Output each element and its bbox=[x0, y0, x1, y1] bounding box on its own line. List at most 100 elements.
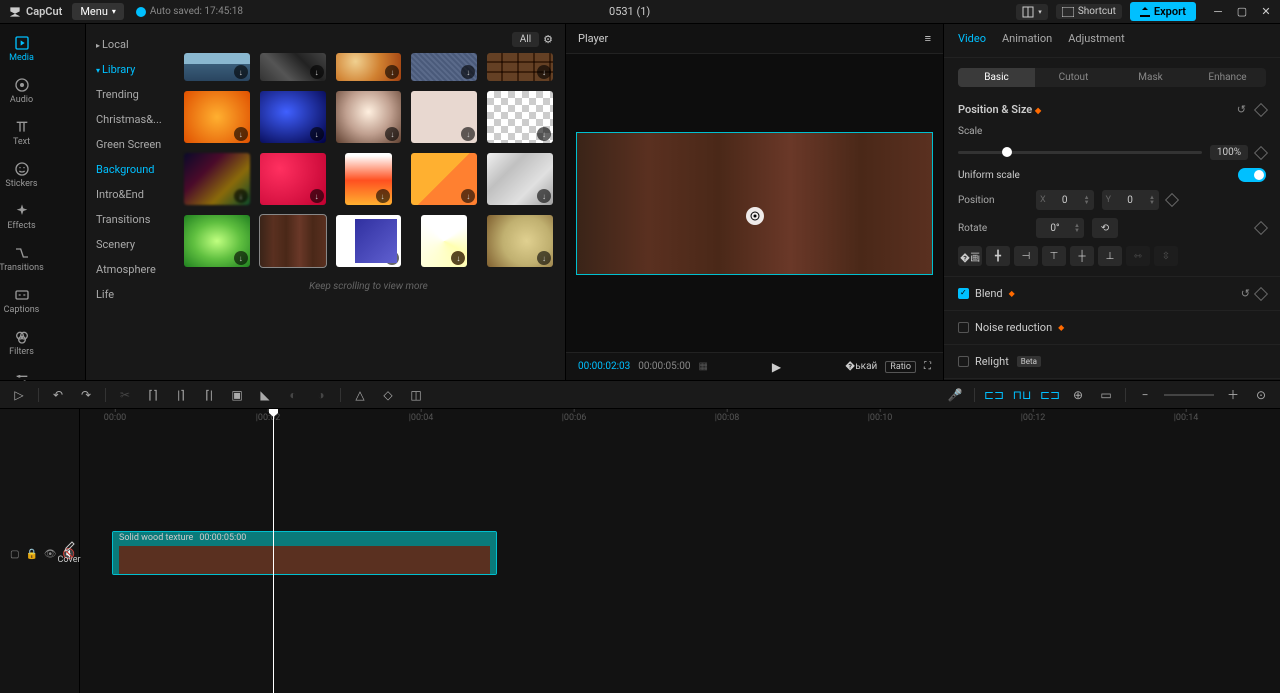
thumb-item[interactable]: ↓ bbox=[487, 153, 553, 205]
tab-adjustment[interactable]: Adjustment bbox=[1068, 32, 1125, 49]
zoom-out[interactable]: − bbox=[1136, 386, 1154, 404]
shortcut-button[interactable]: Shortcut bbox=[1056, 4, 1122, 19]
reset-icon[interactable]: ↺ bbox=[1237, 103, 1246, 116]
sidebar-scenery[interactable]: Scenery bbox=[86, 232, 172, 257]
split-mid[interactable]: |⌉ bbox=[172, 386, 190, 404]
download-icon[interactable]: ↓ bbox=[385, 127, 399, 141]
layout-button[interactable]: ▾ bbox=[1016, 4, 1048, 20]
uniform-toggle[interactable] bbox=[1238, 168, 1266, 182]
thumb-item[interactable]: ↓ bbox=[487, 91, 553, 143]
magnet-3[interactable]: ⊏⊐ bbox=[1041, 386, 1059, 404]
subtab-basic[interactable]: Basic bbox=[958, 68, 1035, 87]
nav-transitions[interactable]: Transitions bbox=[0, 238, 43, 280]
download-icon[interactable]: ↓ bbox=[234, 189, 248, 203]
menu-button[interactable]: Menu▾ bbox=[72, 3, 124, 20]
thumb-item[interactable]: ↓ bbox=[260, 53, 326, 81]
sidebar-transitions[interactable]: Transitions bbox=[86, 207, 172, 232]
position-x-input[interactable]: X▲▼ bbox=[1036, 190, 1094, 210]
quality-icon[interactable]: ▦ bbox=[698, 361, 707, 372]
player-canvas[interactable] bbox=[577, 133, 932, 274]
sidebar-trending[interactable]: Trending bbox=[86, 82, 172, 107]
download-icon[interactable]: ↓ bbox=[234, 127, 248, 141]
subtab-enhance[interactable]: Enhance bbox=[1189, 68, 1266, 87]
thumb-item[interactable]: ↓ bbox=[260, 153, 326, 205]
marker-tool[interactable]: ◣ bbox=[256, 386, 274, 404]
nav-audio[interactable]: Audio bbox=[0, 70, 43, 112]
keyframe-icon[interactable] bbox=[1254, 286, 1268, 300]
export-button[interactable]: Export bbox=[1130, 2, 1196, 21]
nav-effects[interactable]: Effects bbox=[0, 196, 43, 238]
thumb-item[interactable]: ↓ bbox=[336, 91, 402, 143]
rotate-input[interactable]: ▲▼ bbox=[1036, 218, 1084, 238]
play-button[interactable]: ▶ bbox=[772, 360, 781, 374]
download-icon[interactable]: ↓ bbox=[376, 189, 390, 203]
nav-text[interactable]: Text bbox=[0, 112, 43, 154]
sidebar-life[interactable]: Life bbox=[86, 282, 172, 307]
blend-section[interactable]: Blend◆ ↺ bbox=[944, 277, 1280, 311]
sidebar-greenscreen[interactable]: Green Screen bbox=[86, 132, 172, 157]
lock-icon[interactable]: ▢ bbox=[10, 549, 19, 560]
nav-stickers[interactable]: Stickers bbox=[0, 154, 43, 196]
cover-button[interactable]: Cover bbox=[58, 541, 80, 565]
nav-captions[interactable]: Captions bbox=[0, 280, 43, 322]
keyframe-icon[interactable] bbox=[1254, 221, 1268, 235]
thumb-item[interactable]: ↓ bbox=[184, 153, 250, 205]
timeline-ruler[interactable]: 00:00 |00:02 |00:04 |00:06 |00:08 |00:10… bbox=[80, 409, 1280, 423]
spinner-icon[interactable]: ▲▼ bbox=[1149, 195, 1155, 205]
split-left[interactable]: ⌈⌉ bbox=[144, 386, 162, 404]
spinner-icon[interactable]: ▲▼ bbox=[1074, 223, 1080, 233]
position-y-input[interactable]: Y▲▼ bbox=[1102, 190, 1159, 210]
nav-filters[interactable]: Filters bbox=[0, 322, 43, 364]
redo-button[interactable]: ↷ bbox=[77, 386, 95, 404]
crop-tool[interactable]: ◫ bbox=[407, 386, 425, 404]
scale-slider[interactable] bbox=[958, 151, 1202, 154]
flip-button[interactable]: ⟲ bbox=[1092, 218, 1118, 238]
minimize-button[interactable]: ─ bbox=[1212, 5, 1224, 18]
download-icon[interactable]: ↓ bbox=[310, 65, 324, 79]
keyframe-icon[interactable] bbox=[1254, 145, 1268, 159]
zoom-slider[interactable] bbox=[1164, 394, 1214, 396]
sidebar-local[interactable]: Local bbox=[86, 32, 172, 57]
tab-video[interactable]: Video bbox=[958, 32, 986, 49]
relight-checkbox[interactable] bbox=[958, 356, 969, 367]
eye-icon[interactable]: 👁 bbox=[44, 549, 57, 560]
sidebar-background[interactable]: Background bbox=[86, 157, 172, 182]
thumb-item[interactable]: ↓ bbox=[336, 215, 402, 267]
scale-value[interactable]: 100% bbox=[1210, 145, 1248, 160]
download-icon[interactable]: ↓ bbox=[461, 189, 475, 203]
download-icon[interactable]: ↓ bbox=[451, 251, 465, 265]
thumb-item[interactable]: ↓ bbox=[411, 91, 477, 143]
pointer-tool[interactable]: ▷ bbox=[10, 386, 28, 404]
align-vcenter[interactable]: ┼ bbox=[1070, 246, 1094, 266]
delete-tool[interactable]: ▣ bbox=[228, 386, 246, 404]
noise-section[interactable]: Noise reduction◆ bbox=[944, 311, 1280, 345]
thumb-item[interactable]: ↓ bbox=[421, 215, 467, 267]
download-icon[interactable]: ↓ bbox=[310, 189, 324, 203]
timeline-clip[interactable]: Solid wood texture 00:00:05:00 bbox=[112, 531, 497, 575]
sidebar-introend[interactable]: Intro&End bbox=[86, 182, 172, 207]
download-icon[interactable]: ↓ bbox=[461, 65, 475, 79]
link-tool[interactable]: ⊕ bbox=[1069, 386, 1087, 404]
sidebar-christmas[interactable]: Christmas&... bbox=[86, 107, 172, 132]
sidebar-atmosphere[interactable]: Atmosphere bbox=[86, 257, 172, 282]
magnet-1[interactable]: ⊏⊐ bbox=[985, 386, 1003, 404]
download-icon[interactable]: ↓ bbox=[385, 251, 399, 265]
download-icon[interactable]: ↓ bbox=[537, 127, 551, 141]
relight-section[interactable]: Relight Beta bbox=[944, 345, 1280, 379]
transform-handle-icon[interactable] bbox=[746, 207, 764, 225]
download-icon[interactable]: ↓ bbox=[310, 127, 324, 141]
nav-media[interactable]: Media bbox=[0, 28, 43, 70]
download-icon[interactable]: ↓ bbox=[234, 65, 248, 79]
zoom-in[interactable]: ＋ bbox=[1224, 386, 1242, 404]
scan-icon[interactable]: �ькай bbox=[845, 361, 877, 372]
thumb-item[interactable]: ↓ bbox=[411, 153, 477, 205]
download-icon[interactable]: ↓ bbox=[537, 189, 551, 203]
rotate-tool[interactable]: ◇ bbox=[379, 386, 397, 404]
thumb-item[interactable]: ↓ bbox=[260, 91, 326, 143]
undo-button[interactable]: ↶ bbox=[49, 386, 67, 404]
player-viewport[interactable] bbox=[566, 54, 943, 352]
sidebar-library[interactable]: Library bbox=[86, 57, 172, 82]
playhead[interactable] bbox=[273, 409, 274, 693]
thumb-item[interactable]: ↓ bbox=[184, 91, 250, 143]
download-icon[interactable]: ↓ bbox=[234, 251, 248, 265]
